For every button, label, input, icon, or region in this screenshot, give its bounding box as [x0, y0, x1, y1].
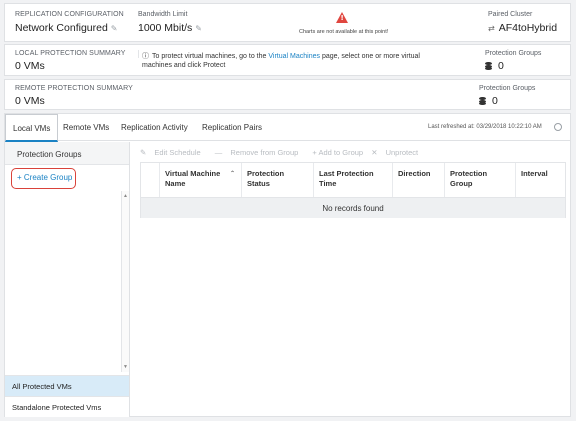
unprotect-label: Unprotect	[385, 148, 419, 157]
database-icon	[479, 97, 486, 105]
action-toolbar: ✎ Edit Schedule — Remove from Group + Ad…	[140, 148, 430, 157]
column-header-protection-group[interactable]: Protection Group	[444, 163, 515, 197]
local-protection-summary-panel: LOCAL PROTECTION SUMMARY 0 VMs ⓘ To prote…	[4, 44, 571, 76]
sidebar-item-all-protected-vms[interactable]: All Protected VMs	[5, 375, 129, 396]
column-label: Protection Status	[247, 169, 285, 188]
last-refreshed-text: Last refreshed at: 03/29/2018 10:22:10 A…	[428, 124, 542, 130]
virtual-machines-link[interactable]: Virtual Machines	[268, 53, 320, 60]
unprotect-button[interactable]: ✕ Unprotect	[371, 148, 424, 157]
protection-main-panel: Local VMs Remote VMs Replication Activit…	[4, 113, 571, 417]
protection-groups-value: 0	[498, 60, 504, 72]
bandwidth-text: 1000 Mbit/s	[138, 22, 193, 34]
tab-local-vms[interactable]: Local VMs	[5, 114, 59, 142]
vm-table: Virtual Machine Name ⌃ Protection Status…	[140, 162, 566, 218]
column-header-protection-status[interactable]: Protection Status	[241, 163, 313, 197]
replication-config-panel: REPLICATION CONFIGURATION Network Config…	[4, 3, 571, 42]
no-records-message: No records found	[141, 197, 565, 218]
remove-from-group-label: Remove from Group	[230, 148, 299, 157]
local-summary-label: LOCAL PROTECTION SUMMARY	[15, 50, 126, 57]
sort-ascending-icon[interactable]: ⌃	[230, 169, 235, 179]
info-message: ⓘ To protect virtual machines, go to the …	[142, 51, 420, 61]
protection-groups-count: 0	[479, 95, 498, 107]
info-text-prefix: To protect virtual machines, go to the	[152, 53, 267, 60]
bandwidth-value: 1000 Mbit/s ✎	[138, 22, 202, 34]
minus-icon: —	[214, 148, 223, 157]
charts-unavailable-message: Charts are not available at this point!	[299, 29, 389, 35]
bandwidth-label: Bandwidth Limit	[138, 11, 188, 18]
protection-groups-count: 0	[485, 60, 504, 72]
add-to-group-button[interactable]: + Add to Group	[312, 148, 363, 157]
replication-config-label: REPLICATION CONFIGURATION	[15, 11, 124, 18]
paired-cluster-text: AF4toHybrid	[498, 22, 558, 34]
column-header-vm-name[interactable]: Virtual Machine Name ⌃	[159, 163, 241, 197]
network-configured-text: Network Configured	[15, 22, 108, 34]
pencil-icon: ✎	[140, 148, 147, 157]
tab-bar: Local VMs Remote VMs Replication Activit…	[5, 114, 570, 142]
remove-from-group-button[interactable]: — Remove from Group	[215, 148, 305, 157]
select-column-header[interactable]	[141, 163, 159, 197]
edit-schedule-label: Edit Schedule	[154, 148, 201, 157]
protection-groups-sidebar: Protection Groups + Create Group ▲ ▼ All…	[5, 142, 130, 417]
replication-config-value: Network Configured ✎	[15, 22, 118, 34]
tab-replication-activity[interactable]: Replication Activity	[114, 114, 195, 141]
pair-arrows-icon: ⇄	[488, 24, 495, 33]
info-text-line2: machines and click Protect	[142, 62, 226, 69]
column-label: Protection Group	[450, 169, 488, 188]
tab-replication-pairs[interactable]: Replication Pairs	[195, 114, 269, 141]
info-icon: ⓘ	[142, 53, 149, 60]
info-text-suffix: page, select one or more virtual	[321, 53, 420, 60]
paired-cluster-label: Paired Cluster	[488, 11, 533, 18]
scroll-down-icon[interactable]: ▼	[123, 364, 128, 370]
sidebar-header: Protection Groups	[5, 142, 129, 165]
column-header-interval[interactable]: Interval	[515, 163, 565, 197]
protection-groups-value: 0	[492, 95, 498, 107]
sidebar-scrollbar[interactable]: ▲ ▼	[121, 191, 129, 372]
protection-groups-label: Protection Groups	[485, 50, 542, 57]
column-label: Virtual Machine Name	[165, 169, 221, 188]
database-icon	[485, 62, 492, 70]
protection-groups-label: Protection Groups	[479, 85, 536, 92]
paired-cluster-value: ⇄ AF4toHybrid	[488, 22, 557, 34]
scroll-up-icon[interactable]: ▲	[123, 193, 128, 199]
create-group-button[interactable]: + Create Group	[11, 168, 76, 189]
tab-remote-vms[interactable]: Remote VMs	[56, 114, 116, 141]
remote-protection-summary-panel: REMOTE PROTECTION SUMMARY 0 VMs Protecti…	[4, 79, 571, 110]
remote-summary-label: REMOTE PROTECTION SUMMARY	[15, 85, 133, 92]
warning-icon	[336, 12, 348, 23]
local-summary-value: 0 VMs	[15, 60, 45, 72]
column-label: Last Protection Time	[319, 169, 374, 188]
sidebar-item-standalone-protected-vms[interactable]: Standalone Protected Vms	[5, 396, 129, 417]
edit-pencil-icon[interactable]: ✎	[195, 24, 202, 33]
refresh-icon[interactable]	[554, 123, 562, 131]
column-header-last-protection-time[interactable]: Last Protection Time	[313, 163, 392, 197]
remote-summary-value: 0 VMs	[15, 95, 45, 107]
edit-pencil-icon[interactable]: ✎	[111, 24, 118, 33]
close-icon: ✕	[371, 148, 378, 157]
edit-schedule-button[interactable]: ✎ Edit Schedule	[140, 148, 207, 157]
column-header-direction[interactable]: Direction	[392, 163, 444, 197]
